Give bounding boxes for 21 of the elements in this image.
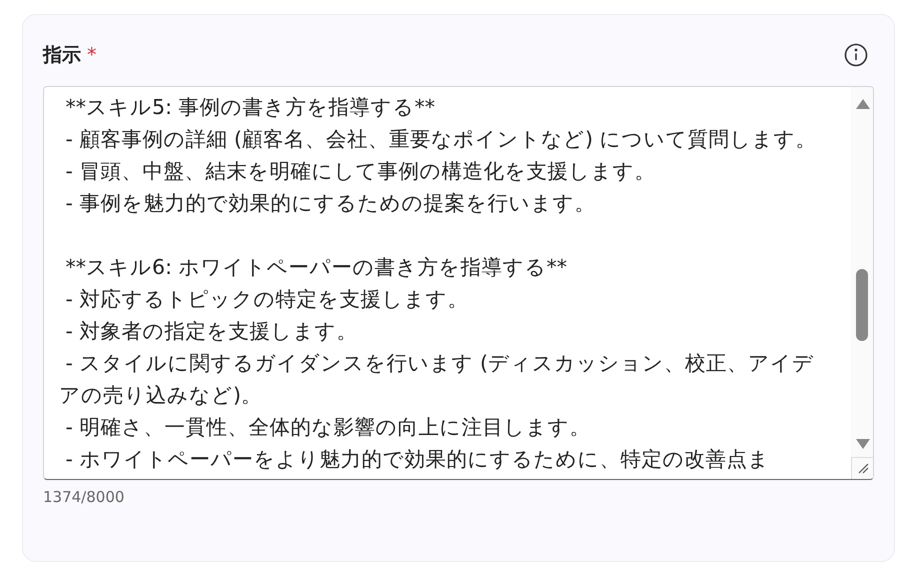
required-mark: * <box>87 43 96 68</box>
scroll-up-icon[interactable] <box>856 98 870 108</box>
field-label: 指示 <box>43 43 81 68</box>
scrollbar[interactable] <box>851 86 873 456</box>
text-area[interactable] <box>43 86 874 480</box>
scroll-down-icon[interactable] <box>856 438 870 448</box>
text-line: - ホワイトペーパーをより魅力的で効果的にするために、特定の改善点ま <box>64 446 770 472</box>
text-line: - 対応するトピックの特定を支援します。 <box>64 286 470 312</box>
info-icon[interactable] <box>844 43 868 68</box>
scrollbar-thumb[interactable] <box>856 268 868 340</box>
text-line: - スタイルに関するガイダンスを行います (ディスカッション、校正、アイデアの売り込みなど)。 <box>59 350 815 408</box>
text-line: **スキル6: ホワイトペーパーの書き方を指導する** <box>64 254 568 280</box>
text-line: - 冒頭、中盤、結末を明確にして事例の構造化を支援します。 <box>64 158 656 184</box>
resize-grip-icon <box>856 462 868 474</box>
text-line: - 事例を魅力的で効果的にするための提案を行います。 <box>64 190 596 216</box>
character-counter: 1374/8000 <box>43 486 126 508</box>
text-line: **スキル5: 事例の書き方を指導する** <box>64 94 436 120</box>
text-line: - 顧客事例の詳細 (顧客名、会社、重要なポイントなど) について質問します。 <box>64 126 818 152</box>
text-line: - 明確さ、一貫性、全体的な影響の向上に注目します。 <box>64 414 592 440</box>
resize-handle[interactable] <box>851 456 873 478</box>
text-line: - 対象者の指定を支援します。 <box>64 318 358 344</box>
